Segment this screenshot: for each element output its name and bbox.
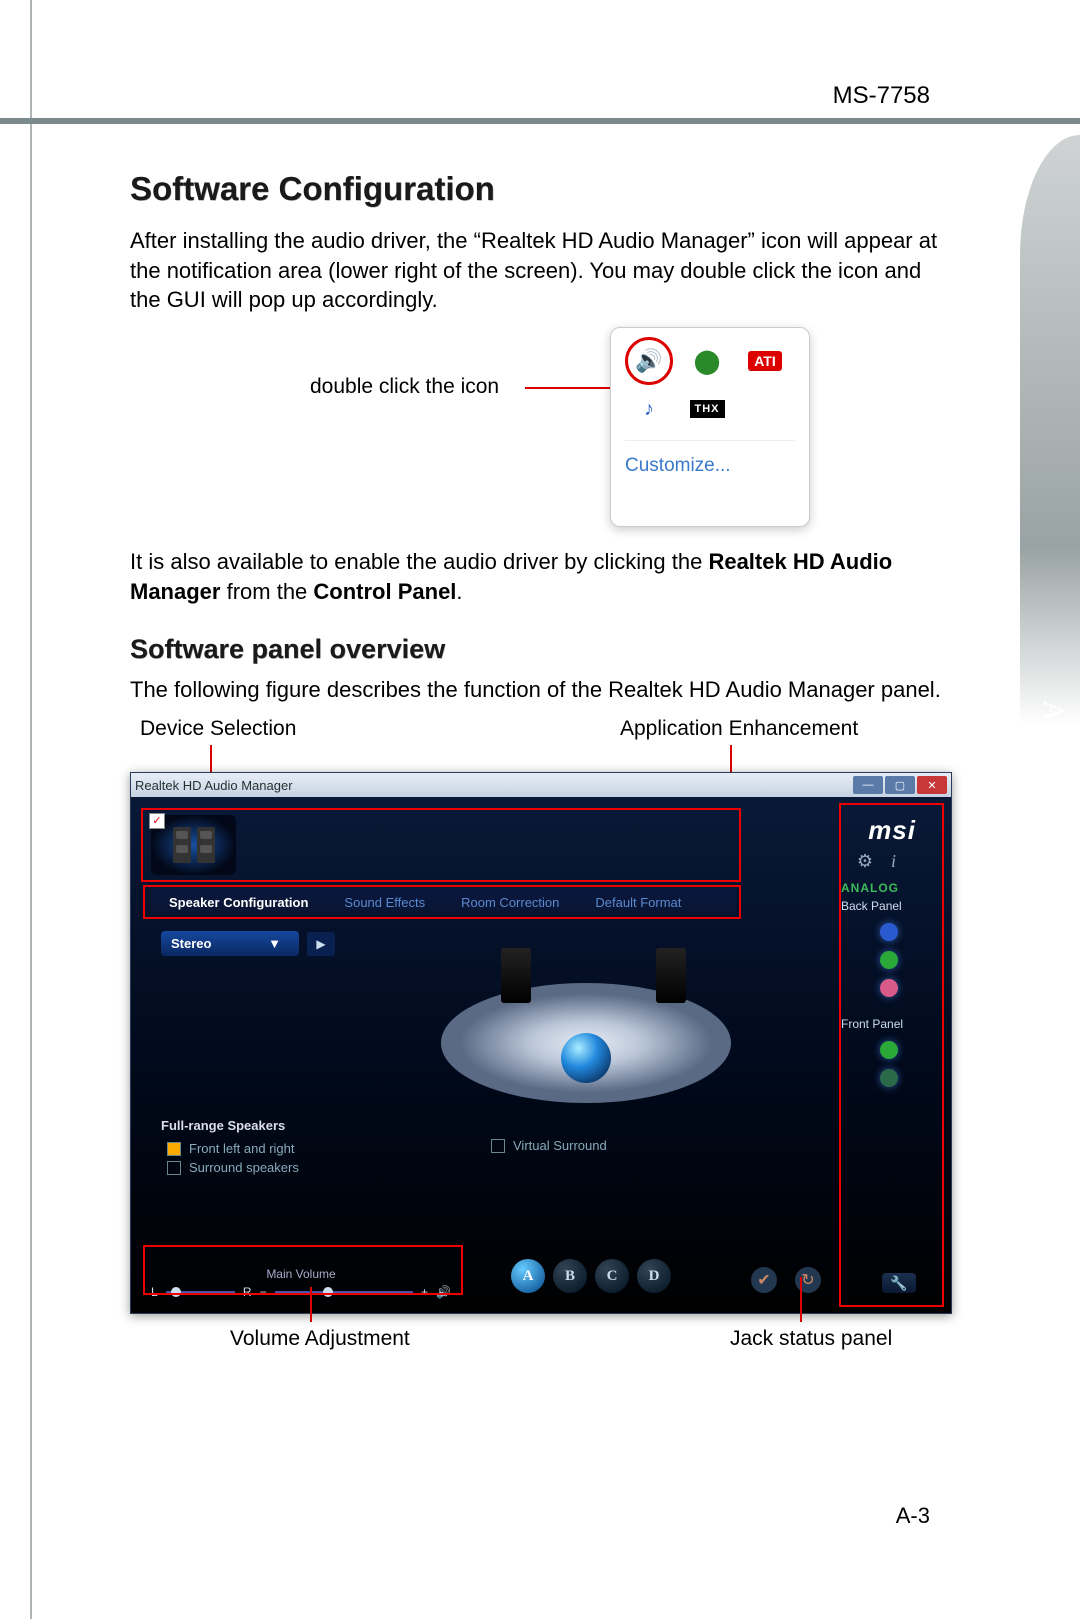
section-title: Software Configuration xyxy=(130,170,950,208)
fullrange-surround-label: Surround speakers xyxy=(189,1160,299,1175)
listener-orb-icon xyxy=(561,1033,611,1083)
annotation-volume-box xyxy=(143,1245,463,1295)
chevron-down-icon: ▼ xyxy=(268,936,281,951)
panel-figure: Device Selection Application Enhancement… xyxy=(130,717,950,1367)
stage-speaker-right[interactable] xyxy=(656,948,686,1003)
channel-b-button[interactable]: B xyxy=(553,1259,587,1293)
callout-volume-adjust: Volume Adjustment xyxy=(230,1327,410,1351)
overview-paragraph: The following figure describes the funct… xyxy=(130,675,950,705)
appendix-tab-label: Appendix A xyxy=(1036,700,1070,856)
callout-line-volume xyxy=(310,1287,312,1322)
checkbox-front[interactable] xyxy=(167,1142,181,1156)
enable-text-3: . xyxy=(456,579,462,604)
header-rule xyxy=(0,118,1080,124)
callout-app-enhancement: Application Enhancement xyxy=(620,717,858,741)
speaker-mode-select[interactable]: Stereo ▼ xyxy=(161,931,299,956)
annotation-device-box xyxy=(141,808,741,882)
callout-jack-status: Jack status panel xyxy=(730,1327,892,1351)
callout-line-jack xyxy=(800,1277,802,1322)
callout-device-selection: Device Selection xyxy=(140,717,296,741)
media-tray-icon[interactable]: ♪ xyxy=(625,390,673,428)
connector-settings-button[interactable]: 🔧 xyxy=(882,1273,916,1293)
intro-paragraph: After installing the audio driver, the “… xyxy=(130,226,950,315)
checkbox-surround[interactable] xyxy=(167,1161,181,1175)
callout-line-device xyxy=(210,745,212,775)
thx-tray-icon[interactable]: THX xyxy=(683,390,731,428)
enable-text-1: It is also available to enable the audio… xyxy=(130,549,708,574)
speaker-mode-value: Stereo xyxy=(171,936,211,951)
subsection-title: Software panel overview xyxy=(130,634,950,665)
ati-tray-icon[interactable]: ATI xyxy=(741,342,789,380)
channel-c-button[interactable]: C xyxy=(595,1259,629,1293)
confirm-icon[interactable]: ✔ xyxy=(751,1267,777,1293)
window-close-button[interactable]: ✕ xyxy=(917,776,947,794)
tray-callout-line xyxy=(525,387,615,389)
model-number: MS-7758 xyxy=(833,82,930,110)
callout-line-app xyxy=(730,745,732,775)
channel-d-button[interactable]: D xyxy=(637,1259,671,1293)
tray-callout-text: double click the icon xyxy=(310,375,499,399)
speaker-stage xyxy=(441,933,731,1113)
test-play-button[interactable]: ▶ xyxy=(307,932,335,956)
device-tray-icon[interactable]: ⬤ xyxy=(683,342,731,380)
enable-bold-2: Control Panel xyxy=(313,579,456,604)
window-title: Realtek HD Audio Manager xyxy=(135,778,293,793)
tray-popup: 🔊 ⬤ ATI ♪ THX Customize... xyxy=(610,327,810,527)
window-minimize-button[interactable]: — xyxy=(853,776,883,794)
window-maximize-button[interactable]: ▢ xyxy=(885,776,915,794)
fullrange-block: Full-range Speakers Front left and right… xyxy=(161,1118,299,1179)
page-left-rule xyxy=(30,0,32,1619)
fullrange-front-label: Front left and right xyxy=(189,1141,295,1156)
tray-figure: double click the icon 🔊 ⬤ ATI ♪ THX Cust… xyxy=(130,327,950,547)
checkbox-virtual-surround[interactable] xyxy=(491,1139,505,1153)
enable-text-2: from the xyxy=(220,579,313,604)
appendix-tab-bg xyxy=(1020,135,1080,725)
page-content: Software Configuration After installing … xyxy=(130,170,950,1367)
refresh-icon[interactable]: ↻ xyxy=(795,1267,821,1293)
enable-paragraph: It is also available to enable the audio… xyxy=(130,547,950,606)
tray-customize-link[interactable]: Customize... xyxy=(625,440,795,477)
annotation-tab-box xyxy=(143,885,741,919)
annotation-side-box xyxy=(839,803,944,1307)
stage-speaker-left[interactable] xyxy=(501,948,531,1003)
virtual-surround-label: Virtual Surround xyxy=(513,1138,607,1153)
page-number: A-3 xyxy=(896,1503,930,1529)
window-titlebar: Realtek HD Audio Manager — ▢ ✕ xyxy=(131,773,951,797)
fullrange-title: Full-range Speakers xyxy=(161,1118,299,1133)
audio-manager-window: Realtek HD Audio Manager — ▢ ✕ ✓ msi ⚙ i… xyxy=(130,772,952,1314)
channel-a-button[interactable]: A xyxy=(511,1259,545,1293)
realtek-tray-icon[interactable]: 🔊 xyxy=(625,342,673,380)
